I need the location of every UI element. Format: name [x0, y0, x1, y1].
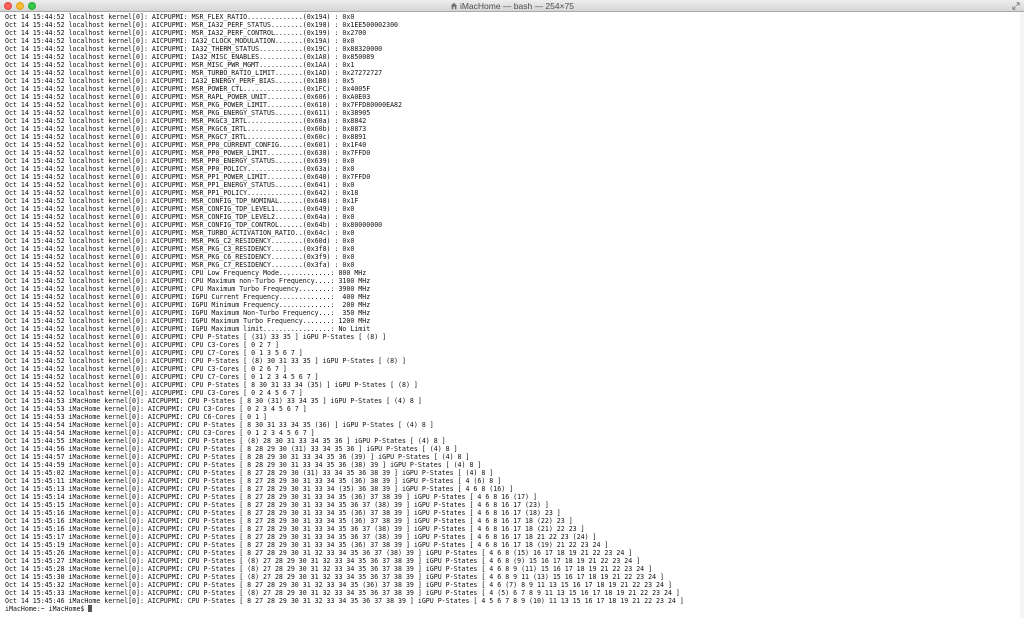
terminal-line: Oct 14 15:45:30 iMacHome kernel[0]: AICP…: [5, 573, 664, 581]
terminal-line: Oct 14 15:45:16 iMacHome kernel[0]: AICP…: [5, 525, 585, 533]
terminal-line: Oct 14 15:44:52 localhost kernel[0]: AIC…: [5, 125, 367, 133]
terminal-line: Oct 14 15:44:52 localhost kernel[0]: AIC…: [5, 229, 355, 237]
terminal-line: Oct 14 15:44:54 iMacHome kernel[0]: AICP…: [5, 421, 434, 429]
terminal-line: Oct 14 15:44:52 localhost kernel[0]: AIC…: [5, 261, 355, 269]
terminal-line: Oct 14 15:44:52 localhost kernel[0]: AIC…: [5, 205, 355, 213]
terminal-line: Oct 14 15:44:52 localhost kernel[0]: AIC…: [5, 389, 303, 397]
terminal-line: Oct 14 15:44:52 localhost kernel[0]: AIC…: [5, 333, 387, 341]
terminal-line: Oct 14 15:44:52 localhost kernel[0]: AIC…: [5, 93, 371, 101]
terminal-line: Oct 14 15:44:52 localhost kernel[0]: AIC…: [5, 221, 383, 229]
terminal-line: Oct 14 15:45:02 iMacHome kernel[0]: AICP…: [5, 469, 494, 477]
terminal-line: Oct 14 15:45:14 iMacHome kernel[0]: AICP…: [5, 493, 537, 501]
terminal-line: Oct 14 15:44:52 localhost kernel[0]: AIC…: [5, 197, 359, 205]
terminal-line: Oct 14 15:44:55 iMacHome kernel[0]: AICP…: [5, 437, 446, 445]
terminal-line: Oct 14 15:45:27 iMacHome kernel[0]: AICP…: [5, 557, 641, 565]
terminal-line: Oct 14 15:44:52 localhost kernel[0]: AIC…: [5, 349, 303, 357]
terminal-line: Oct 14 15:44:54 iMacHome kernel[0]: AICP…: [5, 429, 315, 437]
terminal-line: Oct 14 15:44:52 localhost kernel[0]: AIC…: [5, 269, 367, 277]
terminal-line: Oct 14 15:44:52 localhost kernel[0]: AIC…: [5, 29, 367, 37]
terminal-line: Oct 14 15:44:52 localhost kernel[0]: AIC…: [5, 117, 367, 125]
window-title-area: iMacHome — bash — 254×75: [0, 0, 1024, 12]
terminal-line: Oct 14 15:45:11 iMacHome kernel[0]: AICP…: [5, 477, 502, 485]
terminal-line: Oct 14 15:44:52 localhost kernel[0]: AIC…: [5, 181, 355, 189]
terminal-line: Oct 14 15:44:52 localhost kernel[0]: AIC…: [5, 381, 418, 389]
terminal-line: Oct 14 15:44:52 localhost kernel[0]: AIC…: [5, 141, 367, 149]
terminal-line: Oct 14 15:44:52 localhost kernel[0]: AIC…: [5, 341, 279, 349]
terminal-line: Oct 14 15:44:52 localhost kernel[0]: AIC…: [5, 293, 371, 301]
terminal-line: Oct 14 15:44:52 localhost kernel[0]: AIC…: [5, 165, 355, 173]
window-title: iMacHome — bash — 254×75: [459, 1, 575, 11]
terminal-line: Oct 14 15:44:52 localhost kernel[0]: AIC…: [5, 189, 359, 197]
terminal-line: Oct 14 15:44:52 localhost kernel[0]: AIC…: [5, 213, 355, 221]
terminal-line: Oct 14 15:44:52 localhost kernel[0]: AIC…: [5, 357, 406, 365]
terminal-line: Oct 14 15:44:52 localhost kernel[0]: AIC…: [5, 45, 383, 53]
terminal-line: Oct 14 15:44:52 localhost kernel[0]: AIC…: [5, 309, 371, 317]
scrollbar[interactable]: [1020, 12, 1024, 618]
terminal-line: Oct 14 15:44:52 localhost kernel[0]: AIC…: [5, 157, 355, 165]
terminal-line: Oct 14 15:45:16 iMacHome kernel[0]: AICP…: [5, 509, 561, 517]
home-icon: [450, 2, 458, 10]
fullscreen-icon[interactable]: [1012, 2, 1020, 10]
terminal-line: Oct 14 15:44:52 localhost kernel[0]: AIC…: [5, 37, 355, 45]
terminal-output[interactable]: Oct 14 15:44:52 localhost kernel[0]: AIC…: [5, 13, 1021, 616]
terminal-line: Oct 14 15:44:52 localhost kernel[0]: AIC…: [5, 13, 355, 21]
terminal-line: Oct 14 15:44:52 localhost kernel[0]: AIC…: [5, 61, 355, 69]
terminal-line: Oct 14 15:44:59 iMacHome kernel[0]: AICP…: [5, 461, 482, 469]
terminal-line: Oct 14 15:44:52 localhost kernel[0]: AIC…: [5, 85, 371, 93]
terminal-line: Oct 14 15:44:52 localhost kernel[0]: AIC…: [5, 53, 375, 61]
terminal-line: Oct 14 15:45:15 iMacHome kernel[0]: AICP…: [5, 501, 549, 509]
terminal-line: Oct 14 15:45:16 iMacHome kernel[0]: AICP…: [5, 517, 573, 525]
text-cursor: [88, 605, 93, 612]
terminal-line: Oct 14 15:44:52 localhost kernel[0]: AIC…: [5, 365, 287, 373]
terminal-line: Oct 14 15:45:13 iMacHome kernel[0]: AICP…: [5, 485, 514, 493]
title-bar[interactable]: iMacHome — bash — 254×75: [0, 0, 1024, 12]
terminal-line: Oct 14 15:44:57 iMacHome kernel[0]: AICP…: [5, 453, 470, 461]
terminal-line: Oct 14 15:44:52 localhost kernel[0]: AIC…: [5, 101, 402, 109]
terminal-line: Oct 14 15:44:52 localhost kernel[0]: AIC…: [5, 253, 355, 261]
terminal-line: Oct 14 15:44:52 localhost kernel[0]: AIC…: [5, 149, 371, 157]
terminal-line: Oct 14 15:44:52 localhost kernel[0]: AIC…: [5, 373, 319, 381]
terminal-line: Oct 14 15:44:52 localhost kernel[0]: AIC…: [5, 69, 383, 77]
terminal-line: Oct 14 15:44:56 iMacHome kernel[0]: AICP…: [5, 445, 458, 453]
terminal-line: Oct 14 15:45:19 iMacHome kernel[0]: AICP…: [5, 541, 609, 549]
terminal-line: Oct 14 15:44:52 localhost kernel[0]: AIC…: [5, 285, 371, 293]
prompt-line[interactable]: iMacHome:~ iMacHome$: [5, 605, 1021, 613]
terminal-line: Oct 14 15:45:32 iMacHome kernel[0]: AICP…: [5, 581, 672, 589]
terminal-line: Oct 14 15:44:52 localhost kernel[0]: AIC…: [5, 301, 371, 309]
terminal-line: Oct 14 15:44:52 localhost kernel[0]: AIC…: [5, 317, 371, 325]
terminal-line: Oct 14 15:44:52 localhost kernel[0]: AIC…: [5, 133, 367, 141]
terminal-line: Oct 14 15:45:33 iMacHome kernel[0]: AICP…: [5, 589, 680, 597]
terminal-line: Oct 14 15:44:52 localhost kernel[0]: AIC…: [5, 173, 371, 181]
shell-prompt: iMacHome:~ iMacHome$: [5, 605, 89, 613]
terminal-line: Oct 14 15:44:53 iMacHome kernel[0]: AICP…: [5, 413, 268, 421]
terminal-line: Oct 14 15:45:46 iMacHome kernel[0]: AICP…: [5, 597, 684, 605]
terminal-line: Oct 14 15:45:28 iMacHome kernel[0]: AICP…: [5, 565, 653, 573]
terminal-line: Oct 14 15:44:52 localhost kernel[0]: AIC…: [5, 21, 399, 29]
terminal-line: Oct 14 15:44:52 localhost kernel[0]: AIC…: [5, 109, 371, 117]
terminal-line: Oct 14 15:44:53 iMacHome kernel[0]: AICP…: [5, 397, 422, 405]
terminal-line: Oct 14 15:44:52 localhost kernel[0]: AIC…: [5, 245, 355, 253]
terminal-line: Oct 14 15:44:53 iMacHome kernel[0]: AICP…: [5, 405, 307, 413]
terminal-window: iMacHome — bash — 254×75 Oct 14 15:44:52…: [0, 0, 1024, 618]
terminal-line: Oct 14 15:44:52 localhost kernel[0]: AIC…: [5, 77, 355, 85]
terminal-line: Oct 14 15:44:52 localhost kernel[0]: AIC…: [5, 237, 355, 245]
terminal-line: Oct 14 15:44:52 localhost kernel[0]: AIC…: [5, 277, 371, 285]
terminal-line: Oct 14 15:45:17 iMacHome kernel[0]: AICP…: [5, 533, 597, 541]
terminal-line: Oct 14 15:45:26 iMacHome kernel[0]: AICP…: [5, 549, 633, 557]
terminal-line: Oct 14 15:44:52 localhost kernel[0]: AIC…: [5, 325, 371, 333]
